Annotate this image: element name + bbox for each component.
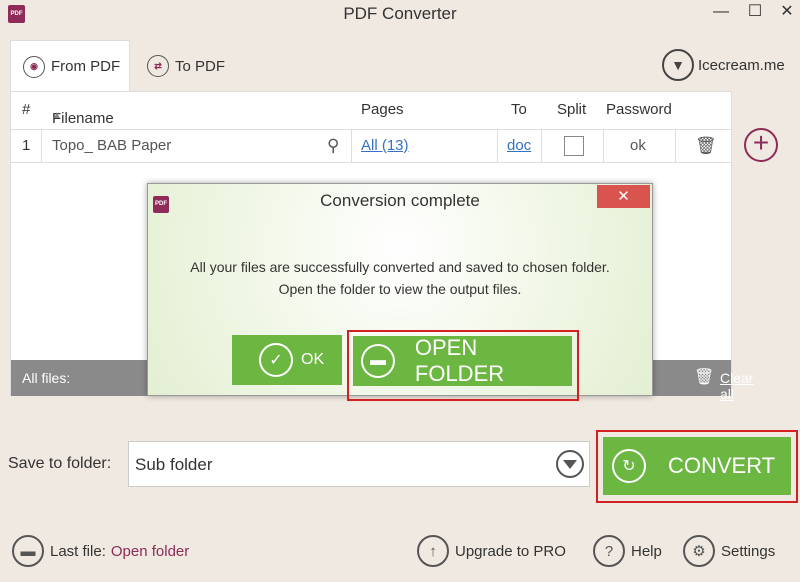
row-split-checkbox[interactable]	[564, 136, 584, 156]
tab-from-pdf-label: From PDF	[51, 58, 121, 75]
convert-label: CONVERT	[668, 453, 776, 478]
table-row[interactable]: 1 Topo_ BAB Paper ⚲ All (13) doc ok 🗑	[11, 129, 731, 163]
icecream-brand-link[interactable]: ▼ Icecream.me	[662, 48, 785, 82]
tab-to-pdf[interactable]: ⇄ To PDF	[135, 40, 245, 92]
all-files-label: All files:	[22, 370, 71, 386]
settings-label: Settings	[721, 542, 776, 560]
col-header-password: Password	[606, 101, 672, 118]
icecream-icon: ▼	[662, 49, 694, 81]
maximize-button[interactable]: ☐	[740, 0, 770, 26]
col-header-num: #	[22, 101, 31, 118]
save-to-folder-label: Save to folder:	[8, 455, 112, 472]
pdf-icon: ◉	[23, 55, 45, 78]
arrow-up-icon: ↑	[417, 535, 449, 567]
tab-to-pdf-label: To PDF	[175, 57, 226, 75]
help-button[interactable]: ? Help	[593, 534, 662, 568]
convert-button[interactable]: ↻ CONVERT	[603, 437, 791, 495]
sort-asc-icon: ▲	[52, 110, 62, 121]
save-folder-select[interactable]: Sub folder	[128, 441, 590, 487]
convert-icon: ⇄	[147, 55, 169, 77]
row-num: 1	[22, 137, 31, 154]
row-delete-trash-icon[interactable]: 🗑	[695, 130, 717, 162]
window-title: PDF Converter	[343, 4, 457, 23]
folder-icon[interactable]: ▬	[12, 535, 44, 567]
clear-all-link[interactable]: Clear all	[720, 370, 753, 402]
last-file-label: Last file:	[50, 542, 106, 560]
col-header-pages: Pages	[361, 101, 404, 118]
modal-message: All your files are successfully converte…	[148, 256, 652, 300]
chevron-down-icon[interactable]	[556, 450, 584, 478]
question-icon: ?	[593, 535, 625, 567]
row-to-format-link[interactable]: doc	[507, 130, 531, 162]
save-folder-value: Sub folder	[135, 455, 213, 474]
modal-message-line1: All your files are successfully converte…	[190, 259, 610, 275]
open-folder-label: OPEN FOLDER	[414, 335, 505, 386]
gear-icon: ⚙	[683, 535, 715, 567]
settings-button[interactable]: ⚙ Settings	[683, 534, 775, 568]
tab-from-pdf[interactable]: ◉ From PDF	[10, 40, 130, 92]
open-folder-button[interactable]: ▬ OPEN FOLDER	[353, 335, 572, 386]
upgrade-label: Upgrade to PRO	[455, 542, 566, 560]
col-header-to: To	[511, 101, 527, 118]
row-password[interactable]: ok	[630, 130, 646, 162]
modal-message-line2: Open the folder to view the output files…	[278, 281, 522, 297]
refresh-icon: ↻	[612, 449, 646, 483]
row-pages-link[interactable]: All (13)	[361, 130, 409, 162]
search-icon[interactable]: ⚲	[327, 130, 339, 162]
modal-title: Conversion complete	[320, 191, 480, 210]
title-bar: PDF PDF Converter — ☐ ✕	[0, 0, 800, 28]
modal-close-button[interactable]: ✕	[597, 185, 650, 208]
add-file-button[interactable]: +	[744, 128, 778, 162]
row-filename: Topo_ BAB Paper	[52, 137, 172, 154]
brand-label: Icecream.me	[698, 56, 785, 74]
upgrade-button[interactable]: ↑ Upgrade to PRO	[417, 534, 566, 568]
trash-icon[interactable]: 🗑	[694, 367, 714, 387]
open-folder-link[interactable]: Open folder	[111, 543, 189, 560]
ok-label: OK	[301, 351, 325, 368]
col-header-split: Split	[557, 101, 587, 118]
last-file-bar: ▬ Last file: Open folder	[12, 534, 189, 568]
close-window-button[interactable]: ✕	[772, 0, 800, 26]
table-header: # Filename ▲ Pages To Split Password	[11, 92, 731, 129]
conversion-complete-dialog: PDF Conversion complete ✕ All your files…	[147, 183, 653, 401]
folder-icon: ▬	[361, 344, 395, 378]
minimize-button[interactable]: —	[706, 0, 736, 26]
ok-button[interactable]: ✓ OK	[232, 335, 342, 385]
help-label: Help	[631, 542, 662, 560]
check-icon: ✓	[259, 343, 293, 377]
